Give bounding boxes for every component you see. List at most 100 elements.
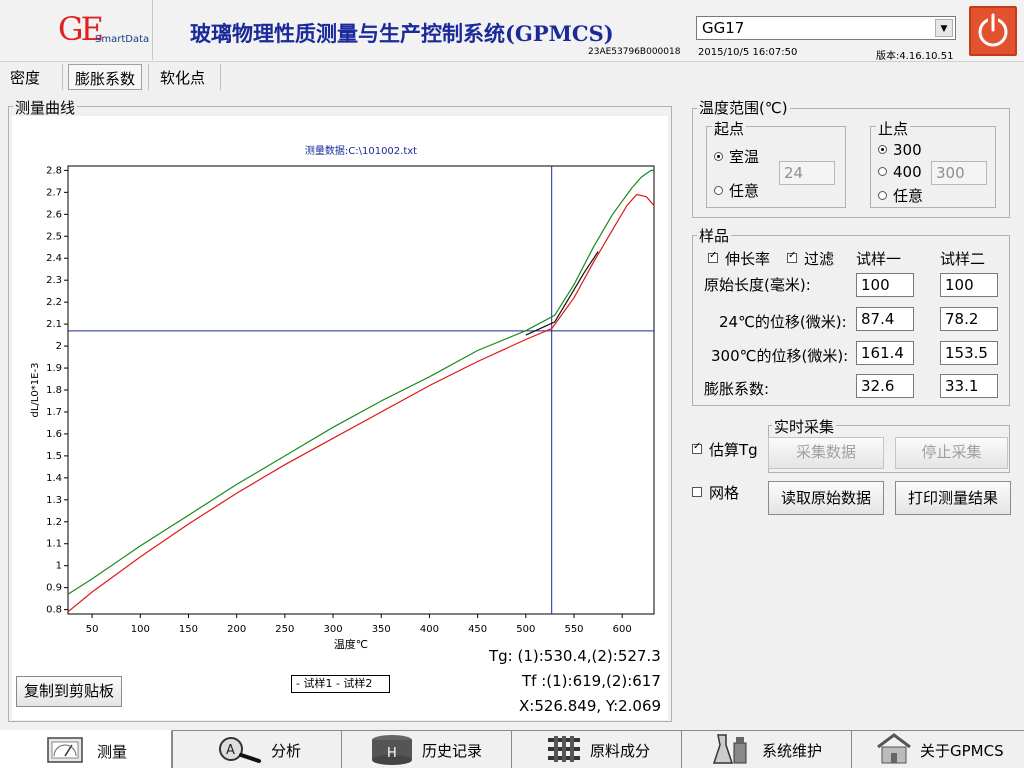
tab-expansion-coefficient[interactable]: 膨胀系数 <box>68 64 143 90</box>
sample2-disp300-input[interactable]: 153.5 <box>940 341 998 365</box>
radio-dot-icon <box>878 191 887 200</box>
nav-about[interactable]: 关于GPMCS <box>852 730 1024 768</box>
radio-end-any[interactable]: 任意 <box>878 185 923 206</box>
length-label: 原始长度(毫米): <box>704 276 811 294</box>
tab-density[interactable]: 密度 <box>4 64 46 90</box>
radio-dot-icon <box>714 152 723 161</box>
y-tick-label: 2.2 <box>46 297 62 308</box>
x-tick-label: 600 <box>613 624 632 635</box>
filter-label: 过滤 <box>804 250 835 268</box>
tg-readout: Tg: (1):530.4,(2):527.3 <box>489 647 661 665</box>
realtime-acquisition-label: 实时采集 <box>772 416 837 437</box>
nav-history-label: 历史记录 <box>422 742 483 760</box>
radio-start-room-label: 室温 <box>729 148 760 166</box>
end-point-label: 止点 <box>876 118 911 139</box>
radio-end-any-label: 任意 <box>893 187 924 205</box>
app-title: 玻璃物理性质测量与生产控制系统(GPMCS) <box>190 21 614 46</box>
estimate-tg-checkbox[interactable]: 估算Tg <box>692 439 758 460</box>
sample1-disp24-input[interactable]: 87.4 <box>856 307 914 331</box>
start-point-label: 起点 <box>712 118 747 139</box>
chevron-down-icon[interactable]: ▼ <box>935 19 953 37</box>
copy-to-clipboard-button[interactable]: 复制到剪贴板 <box>16 676 122 707</box>
radio-end-300-label: 300 <box>893 141 922 159</box>
molecule-icon <box>548 736 580 762</box>
nav-analysis[interactable]: A 分析 <box>172 730 342 768</box>
end-temp-input[interactable]: 300 <box>931 161 987 185</box>
y-tick-label: 2.8 <box>46 165 62 176</box>
radio-end-400[interactable]: 400 <box>878 163 922 181</box>
gauge-icon <box>47 737 83 763</box>
sample1-header: 试样一 <box>856 250 902 268</box>
sample1-disp300-input[interactable]: 161.4 <box>856 341 914 365</box>
nav-raw-materials[interactable]: 原料成分 <box>512 730 682 768</box>
grid-checkbox[interactable]: 网格 <box>692 482 739 503</box>
filter-checkbox[interactable]: 过滤 <box>787 248 834 269</box>
sample1-length-input[interactable]: 100 <box>856 273 914 297</box>
sample2-coefficient-output[interactable]: 33.1 <box>940 374 998 398</box>
y-axis-label: dL/L0*1E-3 <box>30 363 41 418</box>
glass-model-value: GG17 <box>702 19 745 37</box>
y-tick-label: 2.1 <box>46 319 62 330</box>
x-tick-label: 300 <box>324 624 343 635</box>
nav-history[interactable]: H 历史记录 <box>342 730 512 768</box>
elongation-checkbox[interactable]: 伸长率 <box>708 248 770 269</box>
nav-measure[interactable]: 测量 <box>0 730 172 768</box>
tab-divider <box>62 64 63 90</box>
y-tick-label: 1.2 <box>46 517 62 528</box>
datetime: 2015/10/5 16:07:50 <box>698 47 798 58</box>
y-tick-label: 1.6 <box>46 429 62 440</box>
start-acquisition-button[interactable]: 采集数据 <box>768 437 884 469</box>
logo: GE SmartData <box>0 0 153 60</box>
checkbox-icon <box>787 250 797 263</box>
y-tick-label: 1 <box>56 561 62 572</box>
x-tick-label: 500 <box>516 624 535 635</box>
print-results-button[interactable]: 打印测量结果 <box>895 481 1011 515</box>
y-tick-label: 1.3 <box>46 495 62 506</box>
nav-measure-label: 测量 <box>97 743 128 761</box>
nav-maintenance-label: 系统维护 <box>762 742 823 760</box>
radio-start-any-label: 任意 <box>729 182 760 200</box>
tf-readout: Tf :(1):619,(2):617 <box>522 672 661 690</box>
nav-maintenance[interactable]: 系统维护 <box>682 730 852 768</box>
radio-end-300[interactable]: 300 <box>878 141 922 159</box>
sample-group-label: 样品 <box>697 225 732 246</box>
y-tick-label: 0.9 <box>46 583 62 594</box>
x-tick-label: 450 <box>468 624 487 635</box>
sample2-disp24-input[interactable]: 78.2 <box>940 307 998 331</box>
power-button[interactable] <box>969 6 1017 56</box>
version-label: 版本:4.16.10.51 <box>876 51 954 62</box>
glass-model-select[interactable]: GG17 ▼ <box>696 16 956 40</box>
y-tick-label: 2.3 <box>46 275 62 286</box>
flask-icon <box>712 734 747 764</box>
sample1-coefficient-output[interactable]: 32.6 <box>856 374 914 398</box>
y-tick-label: 2.5 <box>46 231 62 242</box>
y-tick-label: 2.7 <box>46 187 62 198</box>
nav-raw-materials-label: 原料成分 <box>590 742 651 760</box>
curve-group-label: 测量曲线 <box>13 97 78 118</box>
x-tick-label: 550 <box>564 624 583 635</box>
y-tick-label: 2.4 <box>46 253 62 264</box>
radio-dot-icon <box>878 145 887 154</box>
stop-acquisition-button[interactable]: 停止采集 <box>895 437 1008 469</box>
checkbox-icon <box>692 441 702 454</box>
radio-start-any[interactable]: 任意 <box>714 180 759 201</box>
radio-start-room[interactable]: 室温 <box>714 146 759 167</box>
sample2-length-input[interactable]: 100 <box>940 273 998 297</box>
magnifier-icon: A <box>219 737 261 763</box>
checkbox-icon <box>692 487 702 497</box>
tab-divider <box>220 64 221 90</box>
temperature-range-label: 温度范围(℃) <box>697 97 790 118</box>
x-tick-label: 200 <box>227 624 246 635</box>
coefficient-label: 膨胀系数: <box>704 380 770 398</box>
x-tick-label: 50 <box>86 624 99 635</box>
checkbox-icon <box>708 250 718 263</box>
tab-softening-point[interactable]: 软化点 <box>154 64 211 90</box>
y-tick-label: 2 <box>56 341 62 352</box>
chart-legend: - 试样1 - 试样2 <box>291 675 390 693</box>
expansion-chart[interactable]: 测量数据:C:\101002.txt 0.8 0.9 1 1.1 1.2 1.3 1.4 1.5… <box>12 116 668 656</box>
read-raw-data-button[interactable]: 读取原始数据 <box>768 481 884 515</box>
x-tick-label: 350 <box>372 624 391 635</box>
start-temp-input[interactable]: 24 <box>779 161 835 185</box>
x-tick-label: 150 <box>179 624 198 635</box>
nav-analysis-label: 分析 <box>271 742 302 760</box>
